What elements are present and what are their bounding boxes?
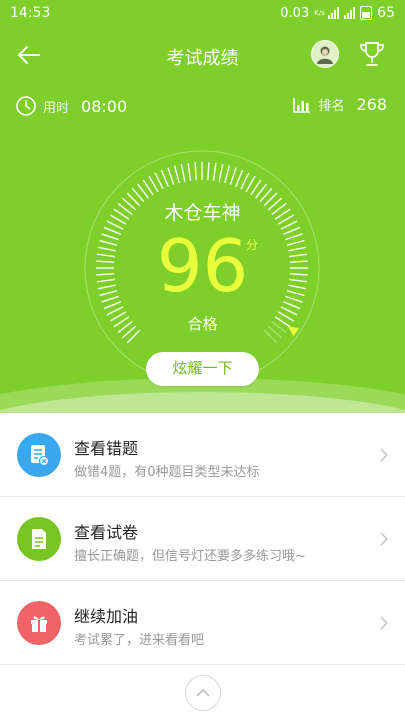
page-title: 考试成绩 [166,48,239,69]
avatar-icon [317,46,333,64]
rank-label: 排名 [318,99,345,114]
net-speed: 0.03 [280,5,310,21]
gift-icon [31,616,47,632]
time-value: 08:00 [81,96,128,116]
list-item-title: 查看错题 [74,439,139,458]
clock-icon [16,96,36,116]
signal-icon [328,7,340,19]
score-value: 96 [156,224,249,308]
list-item-subtitle: 考试累了，进来看看吧 [74,633,205,648]
net-speed-unit: K/s [314,8,325,17]
gauge-tick [194,162,197,181]
battery-icon [360,6,373,20]
list-item-subtitle: 做错4题，有0种题目类型未达标 [74,465,260,480]
list-item-exam-paper[interactable]: 查看试卷 擅长正确题，但信号灯还要多多练习哦~ [0,497,405,581]
show-off-button[interactable]: 炫耀一下 [146,352,259,386]
status-time: 14:53 [10,5,51,21]
gauge-tick [207,162,210,181]
gauge-tick [173,165,180,184]
chevron-right-icon [380,448,389,462]
wrong-questions-icon-circle [17,433,61,477]
chevron-right-icon [380,532,389,546]
gauge-tick [235,169,244,187]
bar-chart-icon [293,97,311,113]
action-list: 查看错题 做错4题，有0种题目类型未达标 查看试卷 擅长正确题，但信号灯还要多多… [0,413,405,665]
signal-icon [344,7,356,19]
wrong-questions-icon [31,445,50,467]
gauge-tick [154,172,164,190]
gauge-tick [160,169,169,187]
time-label: 用时 [43,100,70,116]
chevron-up-icon [196,688,210,697]
list-item-keep-going[interactable]: 继续加油 考试累了，进来看看吧 [0,581,405,665]
status-indicators: 0.03 K/s 65 [280,5,395,21]
exam-paper-icon [32,529,46,549]
gauge-tick [167,167,175,185]
ranking-button[interactable] [357,39,387,69]
gauge-tick [180,163,186,182]
player-name: 木仓车神 [164,202,241,224]
gauge-tick [212,162,217,181]
avatar[interactable] [311,40,339,68]
scroll-top-button[interactable] [185,675,221,711]
gauge-tick [218,163,224,182]
list-item-title: 继续加油 [74,607,139,626]
trophy-icon [360,42,384,66]
list-item-wrong-questions[interactable]: 查看错题 做错4题，有0种题目类型未达标 [0,413,405,497]
status-bar: 14:53 0.03 K/s 65 [0,0,405,28]
time-stat: 用时 08:00 [15,95,127,117]
score-unit: 分 [246,238,259,252]
chevron-right-icon [380,616,389,630]
exam-paper-icon-circle [17,517,61,561]
gauge-tick [224,165,231,184]
gauge-tick [187,162,192,181]
gift-icon-circle [17,601,61,645]
pass-status: 合格 [187,315,218,333]
list-item-title: 查看试卷 [74,523,139,542]
list-item-subtitle: 擅长正确题，但信号灯还要多多练习哦~ [74,549,306,564]
rank-stat: 排名 268 [292,95,387,114]
battery-level: 65 [377,5,395,21]
gauge-tick [240,172,250,190]
app-bar: 考试成绩 [0,30,405,80]
gauge-tick [229,167,237,185]
rank-value: 268 [356,95,387,114]
